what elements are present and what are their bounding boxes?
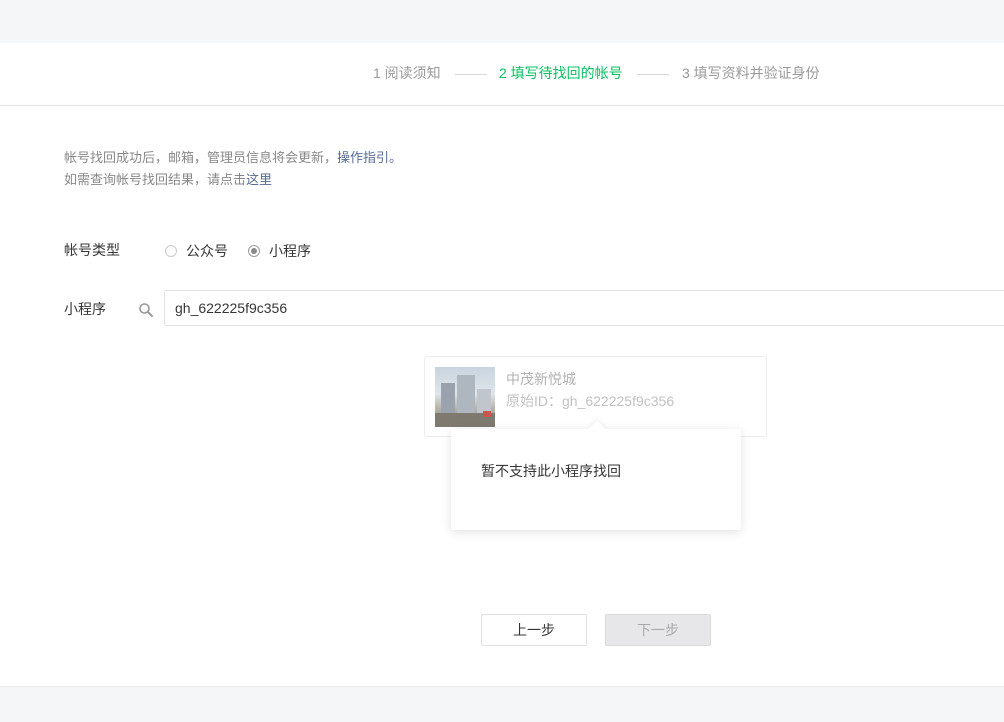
main-card: 1 阅读须知 2 填写待找回的帐号 3 填写资料并验证身份 帐号找回成功后，邮箱… [0,43,1004,687]
guide-link[interactable]: 操作指引。 [337,150,402,165]
step-2-active: 2 填写待找回的帐号 [499,65,623,81]
result-name: 中茂新悦城 [506,371,576,387]
tips-line-1: 帐号找回成功后，邮箱，管理员信息将会更新， [64,150,338,165]
radio-mini-program[interactable]: 小程序 [248,241,311,261]
result-query-link[interactable]: 这里 [246,172,272,187]
step-separator [637,74,669,75]
next-step-button-disabled: 下一步 [605,614,711,646]
recovery-tips: 帐号找回成功后，邮箱，管理员信息将会更新，操作指引。 如需查询帐号找回结果，请点… [64,147,402,191]
result-original-id: 原始ID：gh_622225f9c356 [506,393,675,409]
tips-line-2: 如需查询帐号找回结果，请点击 [64,172,247,187]
account-type-label: 帐号类型 [64,242,120,258]
radio-official-account[interactable]: 公众号 [165,241,228,261]
radio-label: 小程序 [269,243,311,259]
mini-program-label: 小程序 [64,301,106,317]
step-indicator: 1 阅读须知 2 填写待找回的帐号 3 填写资料并验证身份 [0,43,1004,106]
unsupported-popover: 暂不支持此小程序找回 [451,429,741,530]
step-separator [455,74,487,75]
mini-program-id-input[interactable] [164,290,1004,326]
search-icon[interactable] [138,302,154,318]
mini-program-avatar [435,367,495,427]
step-1: 1 阅读须知 [373,65,441,81]
popover-message: 暂不支持此小程序找回 [481,463,621,479]
prev-step-button[interactable]: 上一步 [481,614,587,646]
radio-circle [165,245,177,257]
step-3: 3 填写资料并验证身份 [682,65,820,81]
radio-label: 公众号 [186,243,228,259]
radio-circle-checked [248,245,260,257]
